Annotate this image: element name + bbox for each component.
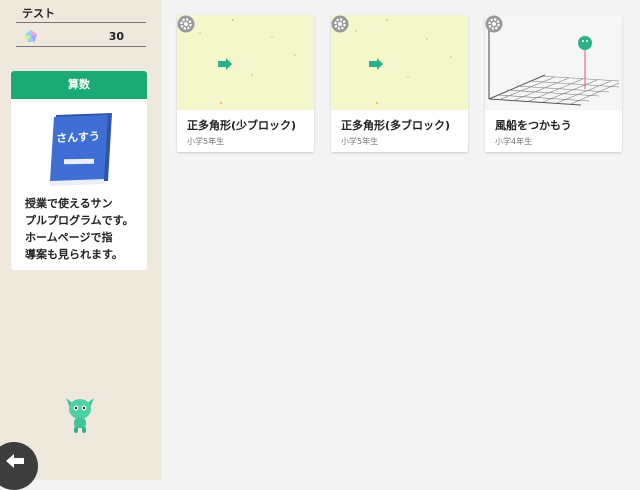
gear-icon[interactable]: [485, 15, 503, 33]
subject-description: 授業で使えるサン プルプログラムです。 ホームページで指 導案も見られます。: [25, 195, 137, 263]
subject-title: 算数: [11, 71, 147, 99]
gem-icon: [25, 30, 37, 42]
gear-icon[interactable]: [177, 15, 195, 33]
card-title: 正多角形(少ブロック): [187, 119, 297, 132]
card-grade: 小学5年生: [341, 137, 379, 146]
card-title: 風船をつかもう: [495, 119, 572, 132]
card-title: 正多角形(多ブロック): [341, 119, 451, 132]
mascot-character: [66, 398, 94, 433]
user-name: テスト: [22, 7, 55, 20]
score-value: 30: [108, 30, 124, 43]
arrow-left-icon: [6, 454, 24, 468]
card-thumbnail: [485, 15, 622, 110]
program-card[interactable]: 正多角形(少ブロック) 小学5年生: [177, 15, 314, 152]
back-button[interactable]: [0, 442, 38, 490]
card-grade: 小学5年生: [187, 137, 225, 146]
user-name-row: テスト: [16, 2, 146, 23]
gear-icon[interactable]: [331, 15, 349, 33]
program-card[interactable]: 風船をつかもう 小学4年生: [485, 15, 622, 152]
subject-card[interactable]: 算数 さんすう 授業で使えるサン プルプログラムです。 ホームページで指 導案も…: [11, 71, 147, 270]
book-label: さんすう: [56, 130, 100, 145]
card-grade: 小学4年生: [495, 137, 533, 146]
score-row: 30: [16, 26, 146, 47]
card-thumbnail: [331, 15, 468, 110]
sidebar: テスト 30 算数 さんすう 授業で使えるサン プルプログラムです。 ホームペー…: [0, 0, 161, 490]
stage-preview: [488, 27, 620, 106]
description-line: プルプログラムです。: [25, 214, 134, 227]
card-thumbnail: [177, 15, 314, 110]
stage-preview: [333, 19, 452, 105]
description-line: ホームページで指: [25, 231, 113, 244]
stage-preview: [179, 19, 296, 105]
book-icon: さんすう: [50, 113, 112, 186]
description-line: 授業で使えるサン: [25, 197, 113, 210]
description-line: 導案も見られます。: [25, 248, 123, 261]
program-card[interactable]: 正多角形(多ブロック) 小学5年生: [331, 15, 468, 152]
